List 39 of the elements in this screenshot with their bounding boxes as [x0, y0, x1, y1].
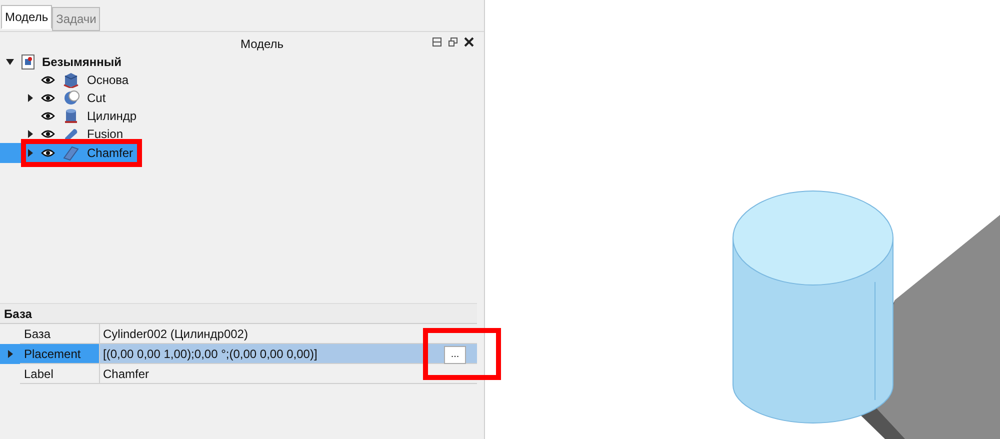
close-icon[interactable] [464, 37, 474, 47]
eye-icon[interactable] [41, 148, 55, 158]
property-value[interactable]: [(0,00 0,00 1,00);0,00 °;(0,00 0,00 0,00)] [100, 344, 318, 362]
eye-icon[interactable] [41, 93, 55, 103]
cube-icon [62, 72, 80, 88]
document-icon [21, 54, 35, 70]
tree-item-label: Fusion [87, 126, 124, 143]
collapsed-arrow-icon[interactable] [26, 130, 34, 138]
property-value[interactable]: Chamfer [100, 364, 150, 382]
browse-button[interactable]: ... [444, 346, 466, 364]
capsule-icon [62, 126, 80, 142]
tree-item-label: Chamfer [87, 145, 134, 162]
dock-icon[interactable] [432, 37, 442, 47]
eye-icon[interactable] [41, 75, 55, 85]
tab[interactable]: Модель [1, 5, 52, 29]
tree-item[interactable]: Fusion [26, 125, 128, 143]
tree-item-label: Безымянный [42, 54, 122, 71]
property-name[interactable]: Placement [20, 344, 100, 364]
float-icon[interactable] [448, 37, 458, 47]
wedge-icon [62, 145, 80, 161]
property-name[interactable]: Label [20, 364, 100, 384]
tree-item[interactable]: Основа [26, 71, 133, 89]
panel-title: Модель [239, 36, 284, 53]
eye-icon[interactable] [41, 111, 55, 121]
sphere-icon [62, 90, 80, 106]
tree-item-label: Цилиндр [87, 108, 137, 125]
tree-item[interactable]: Безымянный [6, 53, 126, 71]
property-value[interactable]: Cylinder002 (Цилиндр002) [100, 324, 248, 342]
property-group-header: База [0, 304, 477, 324]
tree-item[interactable]: Chamfer [26, 144, 138, 162]
collapsed-arrow-icon[interactable] [26, 94, 34, 102]
cylinder-icon [62, 108, 80, 124]
expanded-arrow-icon[interactable] [6, 58, 14, 66]
tree-item-label: Cut [87, 90, 106, 107]
tree-item[interactable]: Цилиндр [26, 107, 141, 125]
tree-item[interactable]: Cut [26, 89, 110, 107]
tab[interactable]: Задачи [52, 7, 100, 31]
eye-icon[interactable] [41, 129, 55, 139]
tree-item-label: Основа [87, 72, 129, 89]
